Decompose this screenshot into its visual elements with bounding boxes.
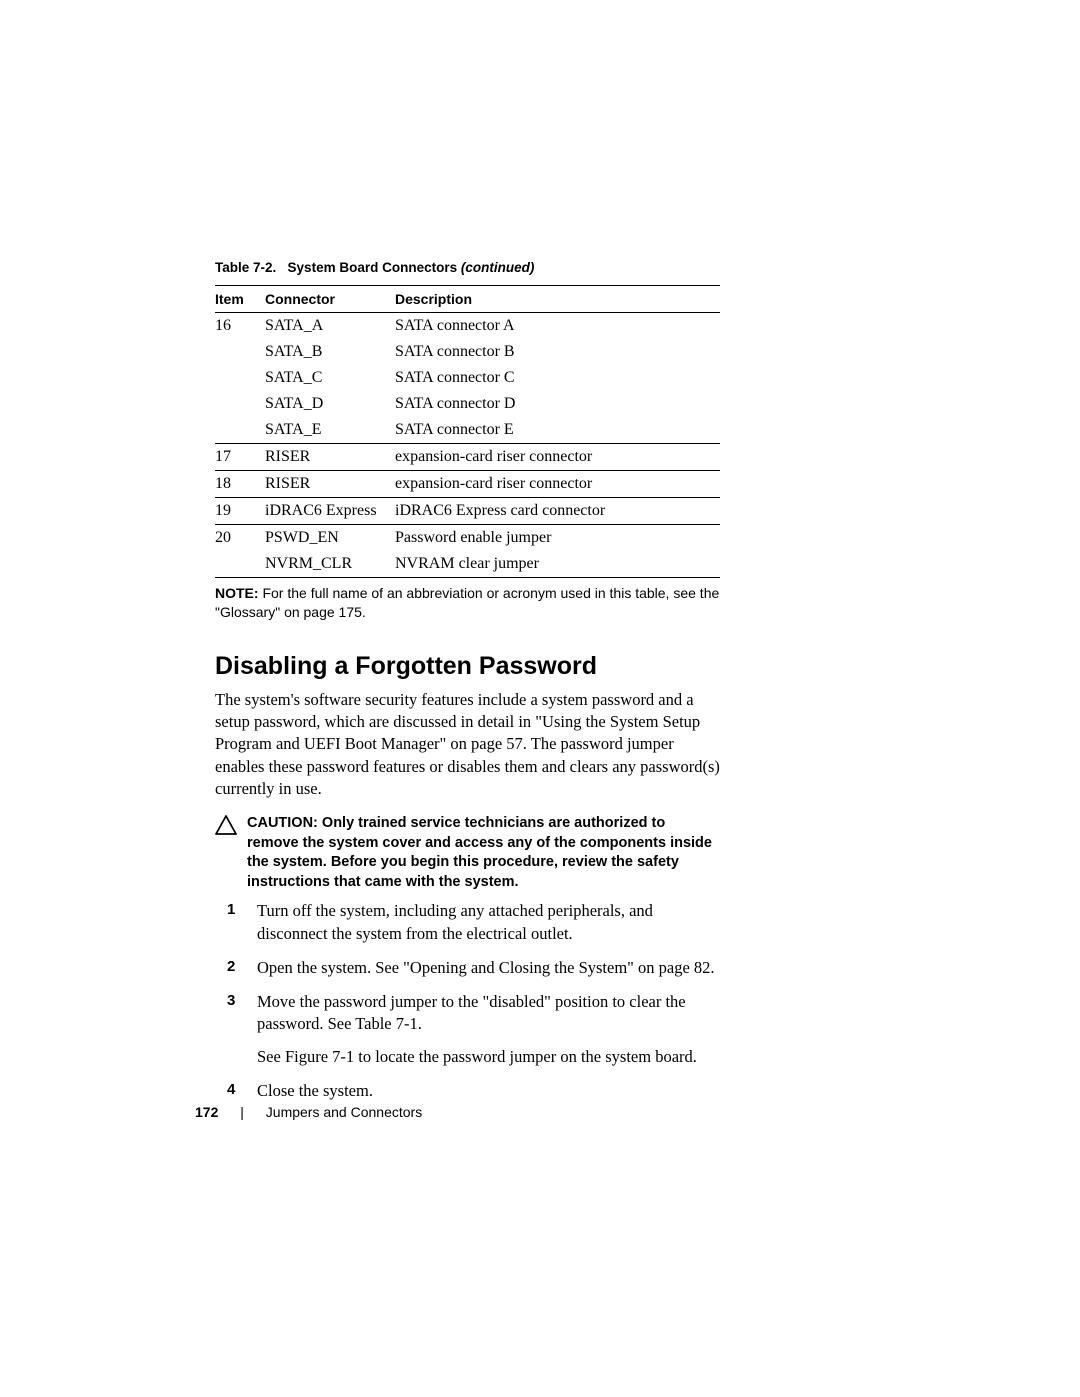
cell-connector: iDRAC6 Express: [265, 498, 395, 525]
caution-text-wrap: CAUTION: Only trained service technician…: [247, 814, 720, 892]
cell-connector: RISER: [265, 471, 395, 498]
step-paragraph: Open the system. See "Opening and Closin…: [257, 957, 715, 979]
table-row: 17RISERexpansion-card riser connector: [215, 444, 720, 471]
footer-separator: |: [240, 1104, 244, 1120]
step-number: 3: [215, 991, 257, 1009]
note-label: NOTE:: [215, 585, 259, 601]
table-caption: Table 7-2. System Board Connectors (cont…: [215, 260, 720, 275]
cell-connector: NVRM_CLR: [265, 551, 395, 578]
step-paragraph: See Figure 7-1 to locate the password ju…: [257, 1046, 720, 1068]
th-item: Item: [215, 286, 265, 313]
table-row: 16SATA_ASATA connector A: [215, 313, 720, 340]
page-number: 172: [195, 1104, 218, 1120]
caution-label: CAUTION:: [247, 815, 318, 831]
cell-item: [215, 339, 265, 365]
step-body: Open the system. See "Opening and Closin…: [257, 957, 715, 979]
step-paragraph: Move the password jumper to the "disable…: [257, 991, 720, 1036]
cell-description: expansion-card riser connector: [395, 471, 720, 498]
note-text: For the full name of an abbreviation or …: [215, 585, 719, 620]
cell-item: [215, 365, 265, 391]
steps-list: 1Turn off the system, including any atta…: [215, 900, 720, 1102]
cell-item: [215, 551, 265, 578]
page-footer: 172 | Jumpers and Connectors: [195, 1104, 422, 1120]
intro-paragraph: The system's software security features …: [215, 689, 720, 800]
table-caption-suffix: (continued): [461, 260, 535, 275]
th-connector: Connector: [265, 286, 395, 313]
list-item: 2Open the system. See "Opening and Closi…: [215, 957, 720, 979]
cell-connector: PSWD_EN: [265, 525, 395, 552]
table-row: 19iDRAC6 ExpressiDRAC6 Express card conn…: [215, 498, 720, 525]
cell-connector: RISER: [265, 444, 395, 471]
footer-section: Jumpers and Connectors: [266, 1104, 422, 1120]
cell-description: NVRAM clear jumper: [395, 551, 720, 578]
cell-connector: SATA_D: [265, 391, 395, 417]
table-row: SATA_BSATA connector B: [215, 339, 720, 365]
cell-description: SATA connector D: [395, 391, 720, 417]
step-body: Turn off the system, including any attac…: [257, 900, 720, 945]
cell-description: SATA connector A: [395, 313, 720, 340]
step-body: Move the password jumper to the "disable…: [257, 991, 720, 1068]
table-caption-title: System Board Connectors: [288, 260, 458, 275]
cell-connector: SATA_B: [265, 339, 395, 365]
cell-connector: SATA_E: [265, 417, 395, 444]
step-paragraph: Turn off the system, including any attac…: [257, 900, 720, 945]
th-description: Description: [395, 286, 720, 313]
table-row: NVRM_CLRNVRAM clear jumper: [215, 551, 720, 578]
connectors-table: Item Connector Description 16SATA_ASATA …: [215, 285, 720, 578]
cell-connector: SATA_A: [265, 313, 395, 340]
table-row: SATA_CSATA connector C: [215, 365, 720, 391]
section-heading: Disabling a Forgotten Password: [215, 652, 720, 681]
cell-item: 17: [215, 444, 265, 471]
table-row: SATA_ESATA connector E: [215, 417, 720, 444]
cell-description: SATA connector C: [395, 365, 720, 391]
cell-item: 16: [215, 313, 265, 340]
cell-item: 19: [215, 498, 265, 525]
step-number: 4: [215, 1080, 257, 1098]
cell-item: [215, 391, 265, 417]
cell-item: 20: [215, 525, 265, 552]
cell-item: [215, 417, 265, 444]
caution-icon: [215, 815, 241, 840]
step-number: 2: [215, 957, 257, 975]
cell-description: expansion-card riser connector: [395, 444, 720, 471]
cell-connector: SATA_C: [265, 365, 395, 391]
table-row: SATA_DSATA connector D: [215, 391, 720, 417]
cell-description: SATA connector B: [395, 339, 720, 365]
list-item: 3Move the password jumper to the "disabl…: [215, 991, 720, 1068]
cell-description: SATA connector E: [395, 417, 720, 444]
list-item: 1Turn off the system, including any atta…: [215, 900, 720, 945]
step-body: Close the system.: [257, 1080, 373, 1102]
caution-block: CAUTION: Only trained service technician…: [215, 814, 720, 892]
cell-description: iDRAC6 Express card connector: [395, 498, 720, 525]
table-row: 20PSWD_ENPassword enable jumper: [215, 525, 720, 552]
table-caption-prefix: Table 7-2.: [215, 260, 276, 275]
table-row: 18RISERexpansion-card riser connector: [215, 471, 720, 498]
list-item: 4Close the system.: [215, 1080, 720, 1102]
cell-description: Password enable jumper: [395, 525, 720, 552]
table-note: NOTE: For the full name of an abbreviati…: [215, 584, 720, 622]
step-number: 1: [215, 900, 257, 918]
cell-item: 18: [215, 471, 265, 498]
step-paragraph: Close the system.: [257, 1080, 373, 1102]
